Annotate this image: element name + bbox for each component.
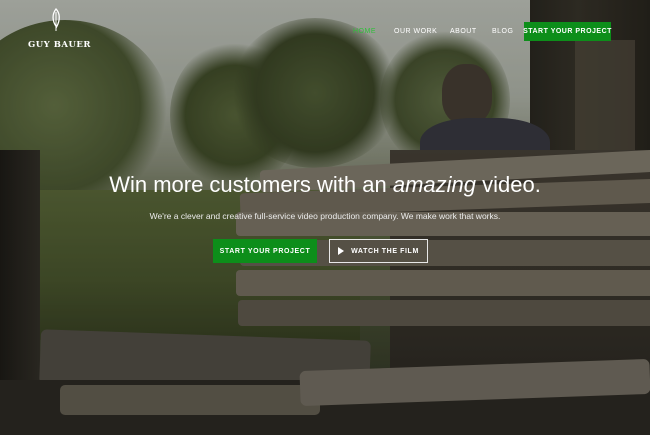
hero-subheadline: We're a clever and creative full-service… <box>149 211 501 221</box>
nav-blog[interactable]: BLOG <box>492 28 513 35</box>
nav-our-work[interactable]: OUR WORK <box>394 28 437 35</box>
header-start-project-button[interactable]: START YOUR PROJECT <box>523 22 611 41</box>
hero-headline: Win more customers with an amazing video… <box>0 172 650 198</box>
play-icon <box>338 247 345 255</box>
brand-name: GUY BAUER <box>28 40 91 50</box>
nav-home[interactable]: HOME <box>353 28 376 35</box>
headline-text-end: video. <box>475 172 541 197</box>
start-project-button[interactable]: START YOUR PROJECT <box>213 239 317 263</box>
headline-emphasis: amazing <box>392 172 476 197</box>
watch-film-label: WATCH THE FILM <box>351 247 419 255</box>
nav-about[interactable]: ABOUT <box>450 28 477 35</box>
watch-film-button[interactable]: WATCH THE FILM <box>329 239 428 263</box>
headline-text: Win more customers with an <box>109 172 393 197</box>
